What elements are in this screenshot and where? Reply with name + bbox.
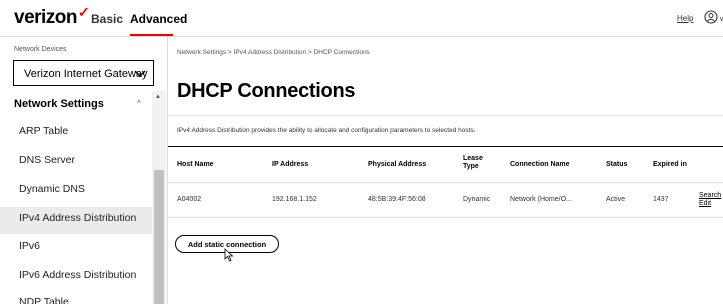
chevron-up-icon[interactable]: ^ — [137, 99, 141, 108]
cell-status: Active — [606, 196, 626, 203]
device-select-value: Verizon Internet Gateway — [24, 68, 148, 80]
help-link[interactable]: Help — [677, 14, 693, 23]
sidebar-item-ipv4-address-distribution[interactable]: IPv4 Address Distribution — [19, 212, 136, 224]
top-bar: verizon✓ Basic Advanced Help ∨ — [0, 0, 723, 37]
account-dropdown-icon[interactable]: ∨ — [719, 15, 723, 23]
main-content: Network Settings > IPv4 Address Distribu… — [168, 37, 723, 304]
cell-expired-in: 1437 — [653, 196, 669, 203]
cell-physical-address: 48:5B:39:4F:56:08 — [368, 196, 426, 203]
col-host-name[interactable]: Host Name — [177, 161, 214, 168]
sidebar-item-ipv6[interactable]: IPv6 — [19, 240, 40, 252]
col-ip-address[interactable]: IP Address — [272, 161, 308, 168]
col-connection-name[interactable]: Connection Name — [510, 161, 570, 168]
table-header-divider — [168, 182, 723, 183]
cell-connection-name: Network (Home/O... — [510, 196, 572, 203]
mouse-cursor-icon — [224, 248, 234, 262]
account-icon[interactable] — [704, 10, 718, 24]
scroll-up-arrow-icon[interactable]: ▲ — [155, 94, 161, 100]
col-status[interactable]: Status — [606, 161, 627, 168]
sidebar: Network Devices Verizon Internet Gateway… — [0, 37, 168, 304]
sidebar-scrollbar-thumb[interactable] — [154, 170, 164, 304]
breadcrumb[interactable]: Network Settings > IPv4 Address Distribu… — [177, 49, 370, 56]
row-actions: Search Edit — [699, 192, 721, 208]
verizon-logo[interactable]: verizon✓ — [14, 4, 90, 29]
cell-lease-type: Dynamic — [463, 196, 491, 203]
cell-ip-address: 192.168.1.152 — [272, 196, 317, 203]
sidebar-item-ndp-table[interactable]: NDP Table — [19, 296, 69, 304]
search-link[interactable]: Search — [699, 192, 721, 200]
sidebar-item-arp-table[interactable]: ARP Table — [19, 125, 68, 137]
device-select[interactable]: Verizon Internet Gateway — [13, 60, 154, 86]
chevron-down-icon — [134, 70, 146, 78]
page-description: IPv4 Address Distribution provides the a… — [177, 127, 476, 134]
tab-basic[interactable]: Basic — [91, 12, 123, 26]
divider — [168, 115, 723, 116]
table-top-border — [168, 146, 723, 147]
table-bottom-divider — [168, 217, 723, 218]
sidebar-item-ipv6-address-distribution[interactable]: IPv6 Address Distribution — [19, 269, 136, 281]
active-tab-indicator — [130, 34, 173, 36]
sidebar-item-dns-server[interactable]: DNS Server — [19, 154, 75, 166]
tab-advanced[interactable]: Advanced — [130, 12, 187, 26]
col-physical-address[interactable]: Physical Address — [368, 161, 426, 168]
col-lease-type[interactable]: Lease Type — [463, 155, 491, 171]
section-network-settings[interactable]: Network Settings — [14, 98, 104, 110]
col-expired-in[interactable]: Expired in — [653, 161, 687, 168]
cell-host-name: A04002 — [177, 196, 202, 203]
sidebar-item-dynamic-dns[interactable]: Dynamic DNS — [19, 183, 85, 195]
page-title: DHCP Connections — [177, 80, 356, 102]
edit-link[interactable]: Edit — [699, 200, 721, 208]
device-label: Network Devices — [14, 46, 67, 53]
